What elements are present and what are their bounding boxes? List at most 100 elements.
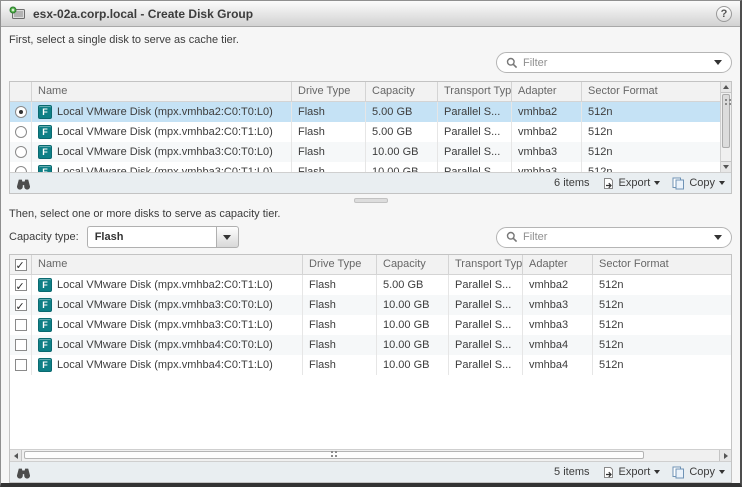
scrollbar-thumb[interactable] <box>24 451 644 459</box>
copy-button[interactable]: Copy <box>672 177 725 190</box>
search-icon <box>506 57 518 69</box>
row-checkbox[interactable] <box>15 319 27 331</box>
cell-sector-format: 512n <box>582 142 720 162</box>
table-row[interactable]: FLocal VMware Disk (mpx.vmhba4:C0:T1:L0)… <box>10 355 731 375</box>
column-header-capacity[interactable]: Capacity <box>366 82 438 101</box>
column-header-adapter[interactable]: Adapter <box>512 82 582 101</box>
column-header-sector-format[interactable]: Sector Format <box>593 255 731 274</box>
scrollbar-thumb[interactable] <box>722 94 730 148</box>
cell-drive-type: Flash <box>303 315 377 335</box>
help-button[interactable]: ? <box>716 6 732 22</box>
disk-name: Local VMware Disk (mpx.vmhba3:C0:T1:L0) <box>57 162 273 172</box>
export-button[interactable]: Export <box>602 466 661 479</box>
capacity-filter-input[interactable] <box>523 231 709 243</box>
scroll-up-button[interactable] <box>721 82 731 93</box>
flash-disk-icon: F <box>38 165 52 172</box>
cache-table-rows: FLocal VMware Disk (mpx.vmhba2:C0:T0:L0)… <box>10 102 720 172</box>
panel-splitter <box>9 194 732 206</box>
table-row[interactable]: FLocal VMware Disk (mpx.vmhba3:C0:T0:L0)… <box>10 295 731 315</box>
copy-button[interactable]: Copy <box>672 466 725 479</box>
table-row[interactable]: F Local VMware Disk (mpx.vmhba3:C0:T1:L0)… <box>10 162 720 172</box>
flash-disk-icon: F <box>38 278 52 292</box>
capacity-type-value: Flash <box>87 226 216 248</box>
row-checkbox[interactable] <box>15 299 27 311</box>
scroll-right-button[interactable] <box>719 450 731 461</box>
table-row[interactable]: FLocal VMware Disk (mpx.vmhba4:C0:T0:L0)… <box>10 335 731 355</box>
items-count: 6 items <box>554 177 589 189</box>
column-header-transport-type[interactable]: Transport Type <box>438 82 512 101</box>
arrow-down-icon <box>723 165 729 169</box>
select-all-checkbox[interactable] <box>15 259 27 271</box>
table-row[interactable]: FLocal VMware Disk (mpx.vmhba3:C0:T1:L0)… <box>10 315 731 335</box>
row-checkbox[interactable] <box>15 339 27 351</box>
row-checkbox[interactable] <box>15 359 27 371</box>
row-checkbox[interactable] <box>15 279 27 291</box>
column-header-name[interactable]: Name <box>32 255 303 274</box>
horizontal-scrollbar[interactable] <box>10 449 731 461</box>
host-disk-group-icon <box>9 6 26 22</box>
cell-sector-format: 512n <box>593 315 731 335</box>
copy-label: Copy <box>689 466 715 478</box>
filter-dropdown-caret-icon[interactable] <box>714 235 722 240</box>
capacity-table-footer: 5 items Export Copy <box>10 461 731 482</box>
radio-header-cell <box>10 82 32 101</box>
cell-adapter: vmhba2 <box>523 275 593 295</box>
cell-sector-format: 512n <box>582 162 720 172</box>
items-count: 5 items <box>554 466 589 478</box>
cache-table-header: Name Drive Type Capacity Transport Type … <box>10 82 720 102</box>
cell-capacity: 5.00 GB <box>366 102 438 122</box>
capacity-filter-box[interactable] <box>496 227 732 248</box>
capacity-controls-row: Capacity type: Flash <box>9 226 732 248</box>
cell-transport-type: Parallel S... <box>438 162 512 172</box>
cell-capacity: 10.00 GB <box>377 315 449 335</box>
cell-transport-type: Parallel S... <box>438 102 512 122</box>
radio-button[interactable] <box>15 126 27 138</box>
flash-disk-icon: F <box>38 318 52 332</box>
column-header-name[interactable]: Name <box>32 82 292 101</box>
scroll-down-button[interactable] <box>721 161 731 172</box>
column-header-capacity[interactable]: Capacity <box>377 255 449 274</box>
copy-caret-icon <box>719 470 725 474</box>
arrow-up-icon <box>723 85 729 89</box>
cell-adapter: vmhba3 <box>523 295 593 315</box>
table-row[interactable]: FLocal VMware Disk (mpx.vmhba2:C0:T0:L0)… <box>10 102 720 122</box>
column-header-drive-type[interactable]: Drive Type <box>303 255 377 274</box>
radio-button[interactable] <box>15 146 27 158</box>
disk-name: Local VMware Disk (mpx.vmhba3:C0:T0:L0) <box>57 295 273 315</box>
cell-capacity: 5.00 GB <box>377 275 449 295</box>
cell-sector-format: 512n <box>582 122 720 142</box>
cache-filter-box[interactable] <box>496 52 732 73</box>
column-header-transport-type[interactable]: Transport Type <box>449 255 523 274</box>
scroll-left-button[interactable] <box>10 450 22 461</box>
radio-button[interactable] <box>15 166 27 172</box>
dialog-titlebar[interactable]: esx-02a.corp.local - Create Disk Group ? <box>1 1 740 27</box>
dialog-title: esx-02a.corp.local - Create Disk Group <box>33 7 709 21</box>
cell-sector-format: 512n <box>593 295 731 315</box>
disk-name: Local VMware Disk (mpx.vmhba3:C0:T0:L0) <box>57 142 273 162</box>
splitter-drag-handle[interactable] <box>354 198 388 203</box>
column-header-drive-type[interactable]: Drive Type <box>292 82 366 101</box>
table-row[interactable]: FLocal VMware Disk (mpx.vmhba2:C0:T1:L0)… <box>10 275 731 295</box>
dropdown-button[interactable] <box>216 226 239 248</box>
column-header-sector-format[interactable]: Sector Format <box>582 82 720 101</box>
capacity-disk-table: Name Drive Type Capacity Transport Type … <box>9 254 732 483</box>
capacity-type-dropdown[interactable]: Flash <box>87 226 239 248</box>
cache-filter-input[interactable] <box>523 57 709 69</box>
table-row[interactable]: FLocal VMware Disk (mpx.vmhba3:C0:T0:L0)… <box>10 142 720 162</box>
cell-capacity: 5.00 GB <box>366 122 438 142</box>
column-header-adapter[interactable]: Adapter <box>523 255 593 274</box>
cell-drive-type: Flash <box>292 162 366 172</box>
cell-drive-type: Flash <box>292 122 366 142</box>
thumb-grip-icon <box>725 99 727 101</box>
export-button[interactable]: Export <box>602 177 661 190</box>
vertical-scrollbar[interactable] <box>720 82 731 172</box>
capacity-type-label: Capacity type: <box>9 231 79 243</box>
filter-dropdown-caret-icon[interactable] <box>714 60 722 65</box>
find-binoculars-icon[interactable] <box>16 466 31 479</box>
cell-adapter: vmhba2 <box>512 102 582 122</box>
flash-disk-icon: F <box>38 358 52 372</box>
radio-button[interactable] <box>15 106 27 118</box>
cell-adapter: vmhba3 <box>512 162 582 172</box>
find-binoculars-icon[interactable] <box>16 177 31 190</box>
table-row[interactable]: FLocal VMware Disk (mpx.vmhba2:C0:T1:L0)… <box>10 122 720 142</box>
